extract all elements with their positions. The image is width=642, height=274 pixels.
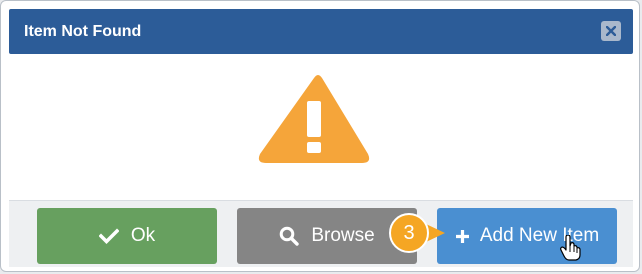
hand-cursor-icon: [560, 235, 581, 261]
ok-button[interactable]: Ok: [37, 208, 217, 264]
plus-icon: [455, 229, 470, 244]
item-not-found-dialog: Item Not Found Ok Browse Add New Item: [0, 0, 640, 272]
close-icon: [606, 26, 616, 36]
dialog-titlebar: Item Not Found: [9, 9, 633, 54]
check-icon: [98, 228, 120, 244]
browse-button-label: Browse: [311, 225, 375, 246]
warning-icon: [256, 72, 372, 170]
dialog-title: Item Not Found: [24, 23, 142, 40]
step-number: 3: [403, 222, 415, 244]
ok-button-label: Ok: [130, 225, 156, 246]
close-button[interactable]: [601, 21, 621, 41]
dialog-footer: Ok Browse Add New Item: [9, 200, 633, 267]
search-icon: [279, 226, 300, 246]
add-new-item-button[interactable]: Add New Item: [437, 208, 617, 264]
